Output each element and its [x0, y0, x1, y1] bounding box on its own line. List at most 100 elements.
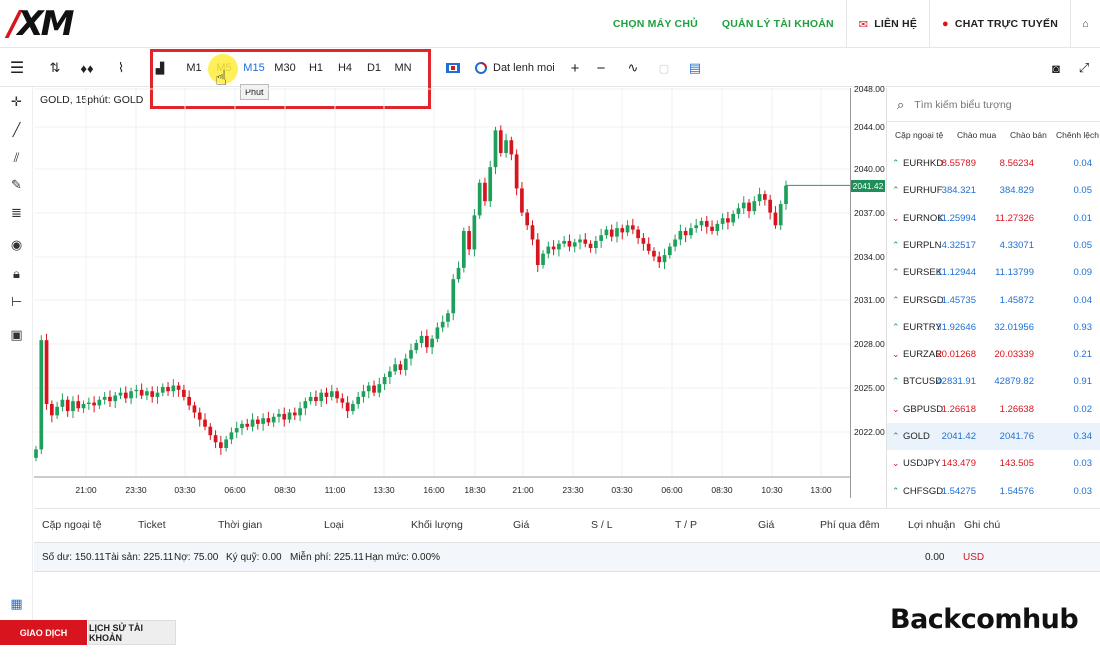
timeframe-d1[interactable]: D1	[359, 49, 389, 87]
market-row-gbpusd[interactable]: ⌄ GBPUSD 1.26618 1.26638 0.02	[887, 396, 1100, 423]
eye-icon[interactable]: ◉	[0, 235, 33, 255]
candle-body	[123, 392, 128, 399]
market-row-eurpln[interactable]: ⌃ EURPLN 4.32517 4.33071 0.05	[887, 232, 1100, 259]
market-row-eursek[interactable]: ⌃ EURSEK 11.12944 11.13799 0.09	[887, 259, 1100, 286]
market-row-eurhuf[interactable]: ⌃ EURHUF 384.321 384.829 0.05	[887, 177, 1100, 204]
lock-icon[interactable]: 🔒︎	[0, 264, 33, 284]
candle-body	[784, 185, 788, 205]
flag-icon[interactable]	[443, 49, 463, 87]
symbol-search-input[interactable]	[914, 98, 1075, 111]
candle-body	[551, 246, 556, 250]
ask-price: 2041.76	[999, 431, 1034, 442]
free-margin-value: Miễn phí: 225.11	[290, 552, 364, 563]
candle-body	[108, 396, 112, 402]
y-tick-label: 2031.00	[854, 295, 885, 305]
x-tick-label: 08:30	[711, 485, 733, 495]
candle-body	[192, 405, 197, 413]
symbol-search: ⌕	[887, 88, 1100, 122]
candle-body	[129, 391, 133, 399]
tab-account-history[interactable]: LỊCH SỬ TÀI KHOẢN	[88, 620, 176, 645]
market-row-usdjpy[interactable]: ⌄ USDJPY 143.479 143.505 0.03	[887, 450, 1100, 477]
candle-body	[224, 439, 228, 448]
candle-body	[509, 140, 514, 155]
y-tick-label: 2034.00	[854, 252, 885, 262]
symbol-label: GOLD	[903, 431, 930, 442]
candle-body	[261, 418, 265, 424]
candle-body	[667, 246, 672, 256]
tab-trading[interactable]: GIAO DỊCH	[0, 620, 87, 645]
candle-body	[763, 194, 767, 200]
nav-account-management[interactable]: QUẢN LÝ TÀI KHOẢN	[710, 0, 846, 48]
market-row-eursgd[interactable]: ⌃ EURSGD 1.45735 1.45872 0.04	[887, 287, 1100, 314]
symbol-label: GBPUSD	[903, 403, 944, 415]
candle-body	[398, 364, 403, 370]
candle-body	[271, 416, 276, 423]
candle-body	[298, 408, 302, 416]
y-tick-label: 2048.00	[854, 84, 885, 94]
market-row-chfsgd[interactable]: ⌃ CHFSGD 1.54275 1.54576 0.03	[887, 478, 1100, 505]
nav-contact[interactable]: ✉ LIÊN HỆ	[845, 0, 929, 48]
candle-body	[599, 235, 603, 241]
trendline-icon[interactable]: ╱	[0, 120, 33, 140]
calendar-icon[interactable]: ▤	[686, 49, 704, 87]
market-row-eurzar[interactable]: ⌄ EURZAR 20.01268 20.03339 0.21	[887, 341, 1100, 368]
xm-logo[interactable]: /XM	[8, 4, 74, 44]
price-chart[interactable]	[34, 88, 850, 498]
fullscreen-icon[interactable]: ⤢	[1074, 49, 1094, 87]
market-row-eurhkd[interactable]: ⌃ EURHKD 8.55789 8.56234 0.04	[887, 150, 1100, 177]
indicators-icon[interactable]: ▟	[150, 49, 170, 87]
timeframe-h1[interactable]: H1	[301, 49, 331, 87]
nav-select-server[interactable]: CHỌN MÁY CHỦ	[601, 0, 710, 48]
line-chart-icon[interactable]: ⌇	[110, 49, 132, 87]
calendar-side-icon[interactable]: ▦	[0, 594, 33, 614]
timeframe-mn[interactable]: MN	[388, 49, 418, 87]
zoom-out-icon[interactable]: −	[592, 49, 610, 87]
channel-icon[interactable]: ⫽	[0, 148, 33, 168]
candle-body	[546, 246, 551, 254]
new-order-button[interactable]: Dat lenh moi	[493, 49, 555, 87]
candle-body	[160, 386, 165, 393]
market-row-eurnok[interactable]: ⌄ EURNOK 11.25994 11.27326 0.01	[887, 205, 1100, 232]
candle-body	[562, 240, 567, 244]
zoom-in-icon[interactable]: +	[566, 49, 584, 87]
timeframe-m1[interactable]: M1	[179, 49, 209, 87]
bar-chart-icon[interactable]: ⇅	[44, 49, 66, 87]
nav-live-chat[interactable]: ● CHAT TRỰC TUYẾN	[929, 0, 1070, 48]
crosshair-icon[interactable]: ✛	[0, 92, 33, 112]
candle-body	[461, 230, 466, 268]
candle-body	[229, 432, 234, 440]
candle-body	[625, 225, 630, 233]
tree-icon[interactable]: ⊢	[0, 292, 33, 312]
x-tick-label: 06:00	[224, 485, 246, 495]
indicator-line-icon[interactable]: ∿	[623, 49, 643, 87]
candle-body	[683, 230, 688, 236]
timeframe-m15[interactable]: M15	[239, 49, 269, 87]
bid-price: 8.55789	[941, 158, 976, 169]
candle-body	[504, 140, 508, 153]
timeframe-m30[interactable]: M30	[270, 49, 300, 87]
candlestick-icon[interactable]: ♦♦	[76, 49, 98, 87]
positions-table-header: Cặp ngoại tệ Ticket Thời gian Loại Khối …	[34, 508, 1100, 542]
bid-price: 31.92646	[936, 321, 976, 333]
candle-body	[219, 442, 223, 448]
candle-body	[520, 188, 524, 213]
market-row-eurtry[interactable]: ⌃ EURTRY 31.92646 32.01956 0.93	[887, 314, 1100, 341]
currency-label: USD	[963, 552, 985, 563]
ask-price: 1.26638	[999, 403, 1034, 415]
col-time: Thời gian	[218, 519, 263, 531]
home-icon[interactable]: ⌂	[1070, 0, 1100, 48]
menu-icon[interactable]: ☰	[4, 49, 30, 87]
trash-icon[interactable]: ▣	[0, 325, 33, 345]
spread-value: 0.21	[1073, 349, 1093, 361]
timeframe-h4[interactable]: H4	[330, 49, 360, 87]
x-tick-label: 23:30	[562, 485, 584, 495]
col-tp: T / P	[675, 519, 697, 531]
balance-value: Số dư: 150.11	[42, 552, 105, 563]
screenshot-icon[interactable]: ◙	[1046, 49, 1066, 87]
candle-body	[361, 391, 366, 397]
market-row-gold[interactable]: ⌃ GOLD 2041.42 2041.76 0.34	[887, 423, 1100, 450]
market-row-btcusd[interactable]: ⌃ BTCUSD 42831.91 42879.82 0.91	[887, 368, 1100, 395]
candle-body	[535, 239, 540, 266]
brush-icon[interactable]: ✎	[0, 175, 33, 195]
fibonacci-icon[interactable]: ≣	[0, 203, 33, 223]
